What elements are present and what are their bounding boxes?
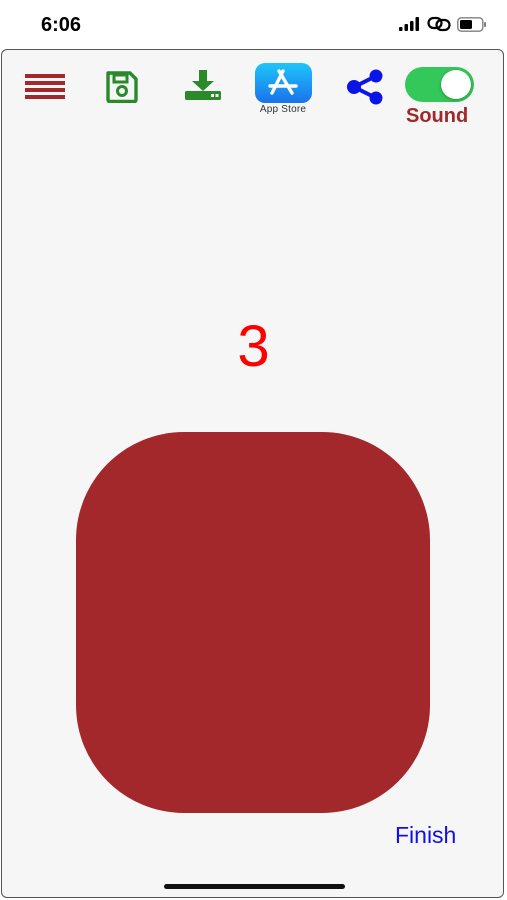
share-icon[interactable] [344,68,386,106]
link-icon [427,16,451,37]
signal-icon [399,17,421,36]
app-store-button[interactable]: App Store [254,63,312,117]
floppy-disk-icon[interactable] [104,70,140,104]
toggle-knob [441,70,471,99]
count-number: 3 [237,314,270,379]
download-icon[interactable] [183,68,223,102]
home-indicator [164,884,345,889]
status-bar: 6:06 [0,0,507,50]
battery-icon [457,16,487,37]
tap-square[interactable] [76,432,430,813]
sound-toggle[interactable] [405,67,474,102]
status-icons [399,16,487,37]
sound-label: Sound [406,105,469,127]
finish-button[interactable]: Finish [395,822,456,849]
app-store-label: App Store [259,104,307,115]
status-time: 6:06 [41,14,82,36]
app-store-icon [254,63,312,103]
hamburger-menu-icon[interactable] [24,70,66,102]
